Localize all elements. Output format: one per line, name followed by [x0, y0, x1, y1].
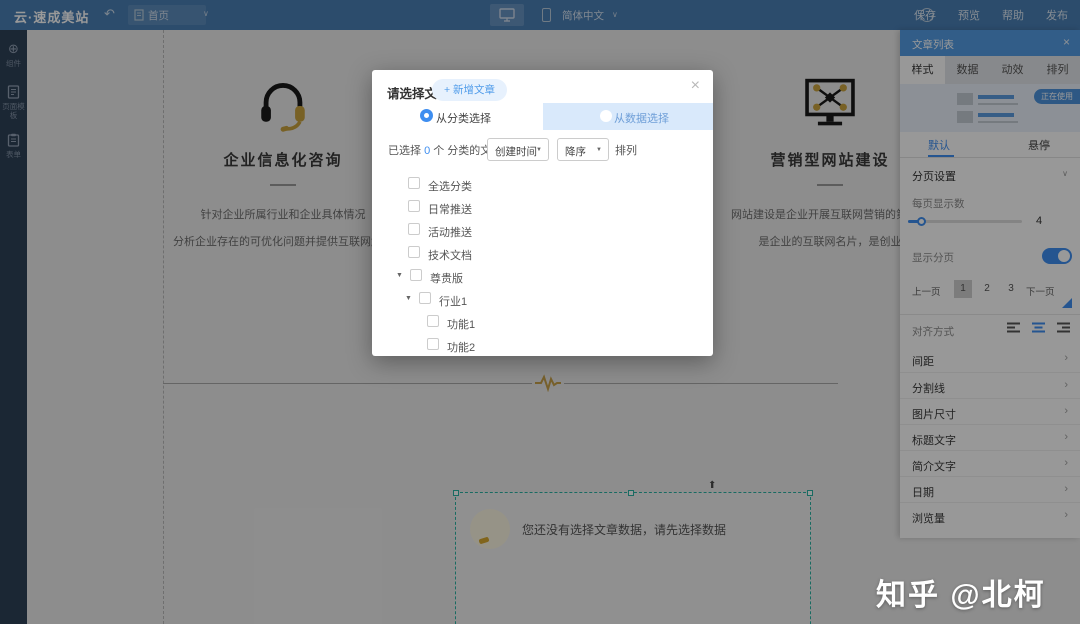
checkbox[interactable] [427, 315, 439, 327]
watermark: 知乎 @北柯 [876, 570, 1046, 614]
sort-order-dropdown[interactable]: 降序 ▼ [557, 138, 609, 161]
tree-item-activity-push: 活动推送 [372, 220, 713, 240]
checkbox[interactable] [408, 200, 420, 212]
checkbox[interactable] [419, 292, 431, 304]
tree-label[interactable]: 活动推送 [428, 224, 472, 240]
caret-down-icon: ▼ [536, 147, 542, 153]
checkbox[interactable] [408, 223, 420, 235]
tree-item-function-1: 功能1 [372, 312, 713, 332]
sort-field-value: 创建时间 [495, 144, 537, 159]
add-article-button[interactable]: + 新增文章 [432, 79, 507, 101]
selected-count: 0 [424, 145, 430, 157]
tree-label[interactable]: 日常推送 [428, 201, 472, 217]
tree-item-industry-1: ▼ 行业1 [372, 289, 713, 309]
tab-from-data-area[interactable]: 从数据选择 [543, 103, 713, 130]
checkbox[interactable] [427, 338, 439, 350]
tab-from-category[interactable]: 从分类选择 [436, 110, 491, 126]
editor-screen: 云·速成美站 ↶ 首页 ∨ 简体中文 ∨ ⋯ 保存 预览 [0, 0, 1080, 624]
tree-label[interactable]: 功能1 [447, 316, 475, 332]
tree-label[interactable]: 尊贵版 [430, 270, 463, 286]
sort-field-dropdown[interactable]: 创建时间 ▼ [487, 138, 549, 161]
tree-label[interactable]: 行业1 [439, 293, 467, 309]
tree-item-tech-docs: 技术文档 [372, 243, 713, 263]
tree-caret-icon[interactable]: ▼ [405, 295, 412, 302]
radio-data-unselected[interactable] [600, 110, 612, 122]
article-select-modal: 请选择文章 + 新增文章 × 从分类选择 从数据选择 已选择 0 个 分类的文章… [372, 70, 713, 356]
tree-item-daily-push: 日常推送 [372, 197, 713, 217]
sort-order-value: 降序 [565, 144, 586, 159]
tree-caret-icon[interactable]: ▼ [396, 272, 403, 279]
sort-suffix: 排列 [615, 142, 637, 158]
tree-label[interactable]: 功能2 [447, 339, 475, 355]
modal-close-icon[interactable]: × [691, 77, 700, 95]
tree-item-select-all: 全选分类 [372, 174, 713, 194]
tree-item-function-2: 功能2 [372, 335, 713, 355]
tree-label[interactable]: 全选分类 [428, 178, 472, 194]
radio-category-selected[interactable] [420, 109, 433, 122]
tree-item-premium: ▼ 尊贵版 [372, 266, 713, 286]
checkbox[interactable] [410, 269, 422, 281]
tree-label[interactable]: 技术文档 [428, 247, 472, 263]
tab-from-data: 从数据选择 [614, 110, 669, 126]
checkbox[interactable] [408, 177, 420, 189]
checkbox[interactable] [408, 246, 420, 258]
modal-source-tabs: 从分类选择 从数据选择 [372, 103, 713, 130]
caret-down-icon: ▼ [596, 147, 602, 153]
